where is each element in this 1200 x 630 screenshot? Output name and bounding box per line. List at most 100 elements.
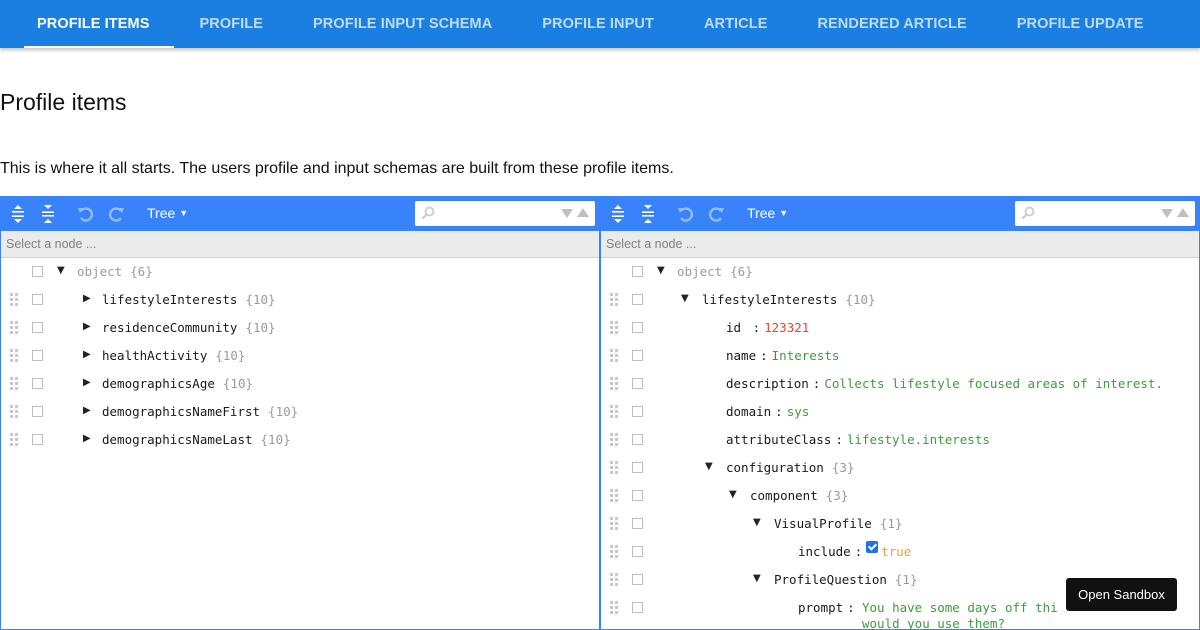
- collapse-arrow-icon[interactable]: ▼: [681, 293, 689, 304]
- drag-handle-icon[interactable]: [10, 293, 20, 307]
- select-checkbox[interactable]: [632, 294, 643, 305]
- select-checkbox[interactable]: [632, 434, 643, 445]
- boolean-checkbox[interactable]: [866, 541, 879, 553]
- select-checkbox[interactable]: [32, 378, 43, 389]
- select-checkbox[interactable]: [32, 350, 43, 361]
- tab-rendered-article[interactable]: RENDERED ARTICLE: [792, 0, 991, 48]
- select-checkbox[interactable]: [632, 574, 643, 585]
- tree-row[interactable]: include: true: [601, 538, 1199, 566]
- select-checkbox[interactable]: [632, 490, 643, 501]
- select-checkbox[interactable]: [32, 406, 43, 417]
- caret-down-icon: ▼: [779, 208, 789, 218]
- tree-row[interactable]: name: Interests: [601, 342, 1199, 370]
- search-input[interactable]: [439, 204, 553, 224]
- select-checkbox[interactable]: [632, 350, 643, 361]
- tree-row[interactable]: ▶ demographicsNameLast {10}: [1, 426, 599, 454]
- collapse-arrow-icon[interactable]: ▼: [705, 461, 713, 472]
- expand-arrow-icon[interactable]: ▶: [83, 293, 91, 304]
- select-checkbox[interactable]: [632, 546, 643, 557]
- node-navigation-bar[interactable]: Select a node ...: [1, 231, 599, 258]
- drag-handle-icon[interactable]: [610, 461, 620, 475]
- expand-arrow-icon[interactable]: ▶: [83, 377, 91, 388]
- collapse-all-icon[interactable]: [35, 201, 61, 227]
- drag-handle-icon[interactable]: [10, 349, 20, 363]
- tree-row[interactable]: domain: sys: [601, 398, 1199, 426]
- collapse-arrow-icon[interactable]: ▼: [753, 573, 761, 584]
- search-next-icon[interactable]: [561, 209, 573, 218]
- drag-handle-icon[interactable]: [610, 377, 620, 391]
- collapse-arrow-icon[interactable]: ▼: [753, 517, 761, 528]
- prompt-value-line2[interactable]: would you use them?: [862, 616, 1005, 629]
- select-checkbox[interactable]: [632, 378, 643, 389]
- tree-row[interactable]: description: Collects lifestyle focused a…: [601, 370, 1199, 398]
- search-input[interactable]: [1039, 204, 1153, 224]
- open-sandbox-button[interactable]: Open Sandbox: [1066, 578, 1177, 611]
- select-checkbox[interactable]: [632, 322, 643, 333]
- drag-handle-icon[interactable]: [10, 433, 20, 447]
- tree-row[interactable]: ▶ lifestyleInterests {10}: [1, 286, 599, 314]
- select-checkbox[interactable]: [32, 266, 43, 277]
- drag-handle-icon[interactable]: [10, 377, 20, 391]
- tree-row[interactable]: id :123321: [601, 314, 1199, 342]
- collapse-all-icon[interactable]: [635, 201, 661, 227]
- expand-arrow-icon[interactable]: ▶: [83, 349, 91, 360]
- undo-icon[interactable]: [673, 201, 699, 227]
- tree-row[interactable]: ▼ lifestyleInterests {10}: [601, 286, 1199, 314]
- tab-profile-update[interactable]: PROFILE UPDATE: [992, 0, 1169, 48]
- drag-handle-icon[interactable]: [610, 405, 620, 419]
- collapse-arrow-icon[interactable]: ▼: [657, 265, 665, 276]
- tree-row[interactable]: ▼ configuration {3}: [601, 454, 1199, 482]
- collapse-arrow-icon[interactable]: ▼: [729, 489, 737, 500]
- prompt-value-line1[interactable]: You have some days off thi: [862, 600, 1058, 615]
- tree-row[interactable]: ▼ component {3}: [601, 482, 1199, 510]
- select-checkbox[interactable]: [632, 462, 643, 473]
- tree-row[interactable]: ▶ demographicsAge {10}: [1, 370, 599, 398]
- top-navigation-bar: PROFILE ITEMS PROFILE PROFILE INPUT SCHE…: [0, 0, 1200, 48]
- select-checkbox[interactable]: [632, 266, 643, 277]
- drag-handle-icon[interactable]: [610, 545, 620, 559]
- tree-row-root[interactable]: ▼ object {6}: [1, 258, 599, 286]
- select-checkbox[interactable]: [32, 434, 43, 445]
- tab-profile-items[interactable]: PROFILE ITEMS: [12, 0, 175, 48]
- drag-handle-icon[interactable]: [610, 573, 620, 587]
- expand-all-icon[interactable]: [605, 201, 631, 227]
- undo-icon[interactable]: [73, 201, 99, 227]
- redo-icon[interactable]: [103, 201, 129, 227]
- drag-handle-icon[interactable]: [10, 405, 20, 419]
- tree-row[interactable]: attributeClass: lifestyle.interests: [601, 426, 1199, 454]
- expand-arrow-icon[interactable]: ▶: [83, 433, 91, 444]
- tree-row[interactable]: ▼ VisualProfile {1}: [601, 510, 1199, 538]
- node-navigation-bar[interactable]: Select a node ...: [601, 231, 1199, 258]
- search-next-icon[interactable]: [1161, 209, 1173, 218]
- drag-handle-icon[interactable]: [610, 321, 620, 335]
- drag-handle-icon[interactable]: [610, 349, 620, 363]
- tree-row[interactable]: ▶ healthActivity {10}: [1, 342, 599, 370]
- tree-row[interactable]: ▶ residenceCommunity {10}: [1, 314, 599, 342]
- tree-row-root[interactable]: ▼ object {6}: [601, 258, 1199, 286]
- drag-handle-icon[interactable]: [610, 293, 620, 307]
- tab-profile[interactable]: PROFILE: [174, 0, 288, 48]
- mode-dropdown[interactable]: Tree ▼: [147, 205, 188, 221]
- expand-arrow-icon[interactable]: ▶: [83, 405, 91, 416]
- select-checkbox[interactable]: [632, 518, 643, 529]
- collapse-arrow-icon[interactable]: ▼: [57, 265, 65, 276]
- drag-handle-icon[interactable]: [610, 517, 620, 531]
- select-checkbox[interactable]: [632, 406, 643, 417]
- drag-handle-icon[interactable]: [610, 433, 620, 447]
- expand-all-icon[interactable]: [5, 201, 31, 227]
- search-previous-icon[interactable]: [577, 208, 589, 217]
- tab-profile-input[interactable]: PROFILE INPUT: [517, 0, 679, 48]
- select-checkbox[interactable]: [32, 322, 43, 333]
- expand-arrow-icon[interactable]: ▶: [83, 321, 91, 332]
- drag-handle-icon[interactable]: [10, 321, 20, 335]
- select-checkbox[interactable]: [32, 294, 43, 305]
- search-previous-icon[interactable]: [1177, 208, 1189, 217]
- tab-profile-input-schema[interactable]: PROFILE INPUT SCHEMA: [288, 0, 517, 48]
- drag-handle-icon[interactable]: [610, 601, 620, 615]
- redo-icon[interactable]: [703, 201, 729, 227]
- drag-handle-icon[interactable]: [610, 489, 620, 503]
- select-checkbox[interactable]: [632, 602, 643, 613]
- tab-article[interactable]: ARTICLE: [679, 0, 793, 48]
- tree-row[interactable]: ▶ demographicsNameFirst {10}: [1, 398, 599, 426]
- mode-dropdown[interactable]: Tree ▼: [747, 205, 788, 221]
